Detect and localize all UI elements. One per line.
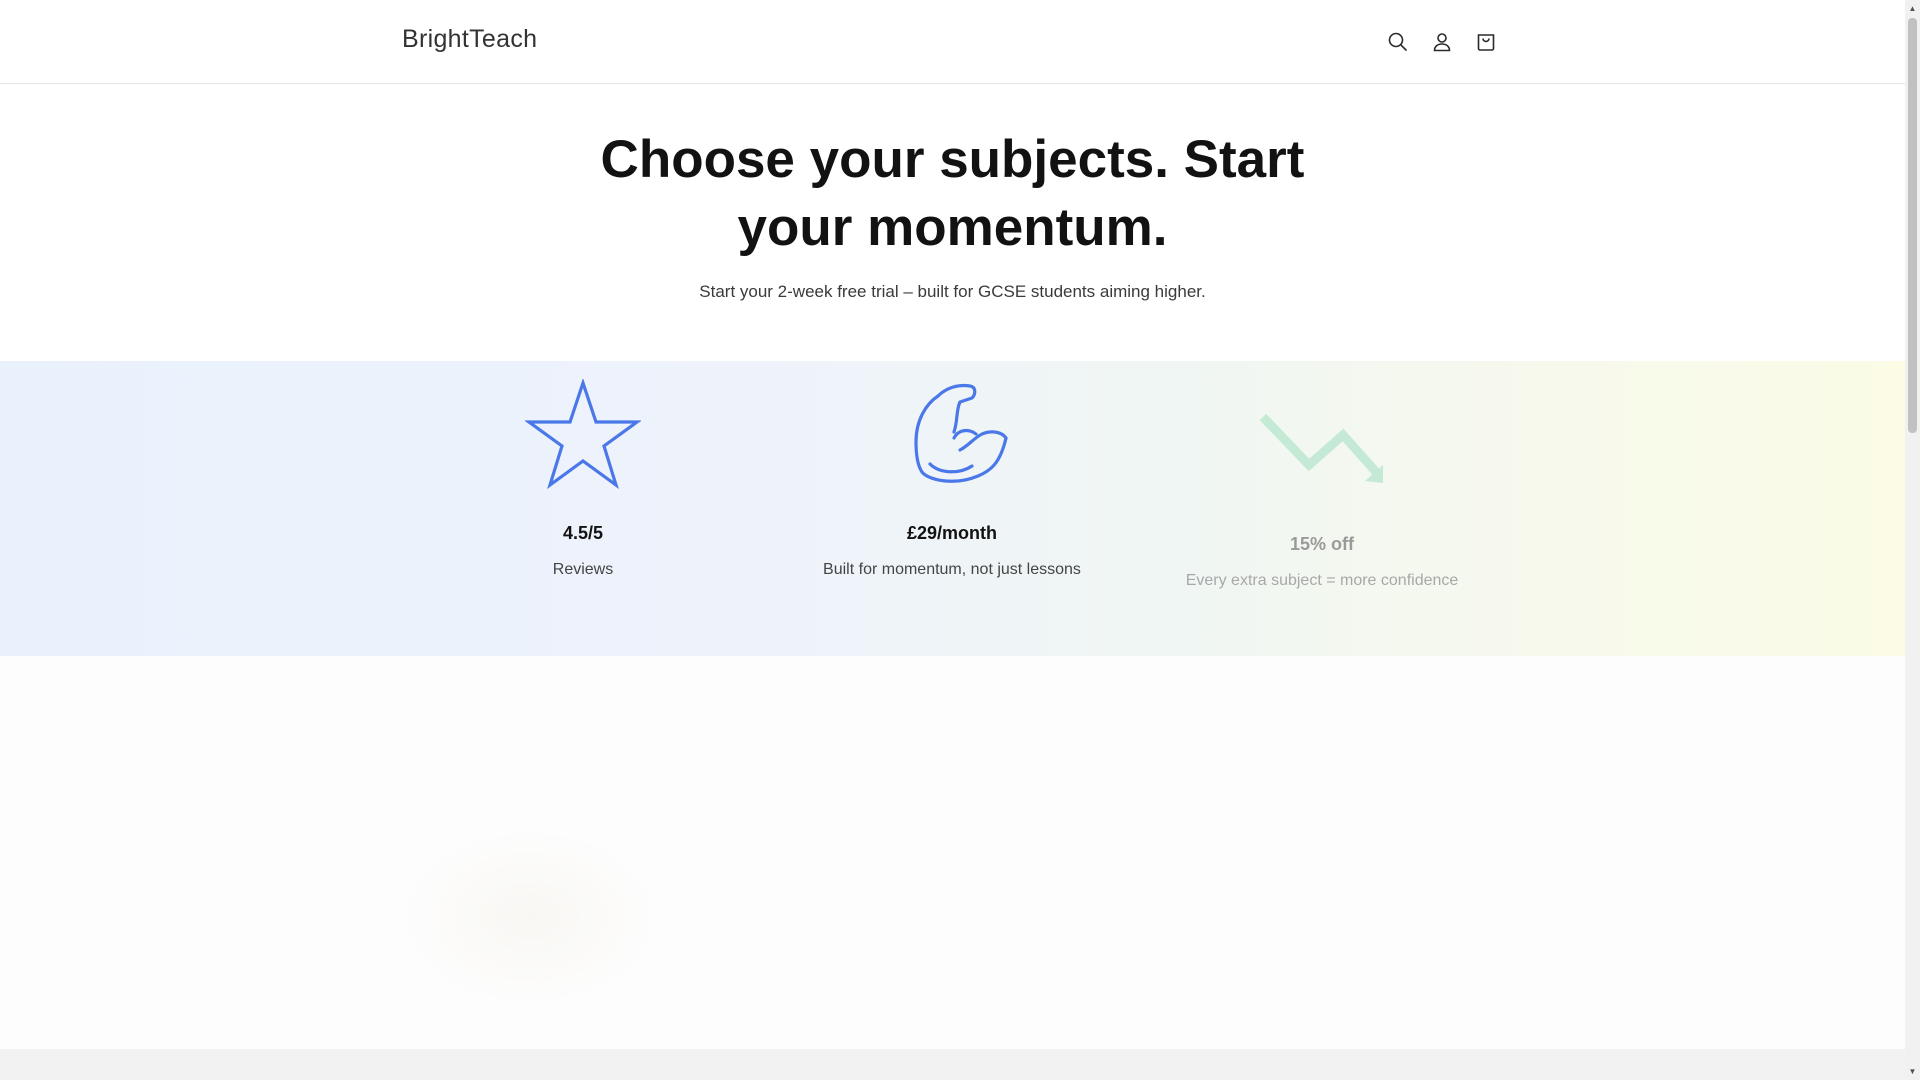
page-scrollbar[interactable]: ▲ ▼ bbox=[1905, 0, 1920, 1080]
feature-reviews: 4.5/5 Reviews bbox=[423, 361, 743, 656]
feature-pricing: £29/month Built for momentum, not just l… bbox=[792, 361, 1112, 656]
hero-subtitle: Start your 2-week free trial – built for… bbox=[699, 282, 1206, 301]
feature-description: Reviews bbox=[552, 561, 614, 578]
empty-section bbox=[0, 657, 1905, 1049]
scroll-down-arrow-icon[interactable]: ▼ bbox=[1905, 1063, 1920, 1080]
feature-description: Built for momentum, not just lessons bbox=[823, 561, 1081, 578]
features-band: 4.5/5 Reviews £29/month Built for moment… bbox=[0, 361, 1905, 656]
flexed-bicep-icon bbox=[914, 383, 1008, 483]
account-icon bbox=[1433, 33, 1451, 52]
decorative-glow bbox=[400, 827, 660, 1007]
search-icon bbox=[1388, 32, 1408, 52]
search-button[interactable] bbox=[1376, 22, 1420, 62]
site-header: BrightTeach bbox=[0, 0, 1905, 84]
next-section-edge bbox=[0, 1049, 1905, 1080]
feature-title: £29/month bbox=[906, 523, 998, 543]
site-logo[interactable]: BrightTeach bbox=[402, 25, 537, 54]
scroll-up-arrow-icon[interactable]: ▲ bbox=[1905, 0, 1920, 17]
scrollbar-thumb[interactable] bbox=[1908, 18, 1917, 433]
star-icon bbox=[525, 379, 641, 489]
cart-icon bbox=[1477, 34, 1495, 51]
page: BrightTeach Choose your subjects. Start … bbox=[0, 0, 1905, 1080]
feature-title: 4.5/5 bbox=[562, 523, 604, 543]
trend-down-arrow-icon bbox=[1259, 413, 1383, 483]
feature-description: Every extra subject = more confidence bbox=[1185, 572, 1459, 589]
feature-title: 15% off bbox=[1289, 534, 1354, 554]
hero-title: Choose your subjects. Start your momentu… bbox=[600, 130, 1305, 257]
header-icons bbox=[1376, 22, 1508, 62]
cart-button[interactable] bbox=[1464, 22, 1508, 62]
feature-discount: 15% off Every extra subject = more confi… bbox=[1162, 361, 1482, 656]
account-button[interactable] bbox=[1420, 22, 1464, 62]
hero-section: Choose your subjects. Start your momentu… bbox=[0, 84, 1905, 360]
